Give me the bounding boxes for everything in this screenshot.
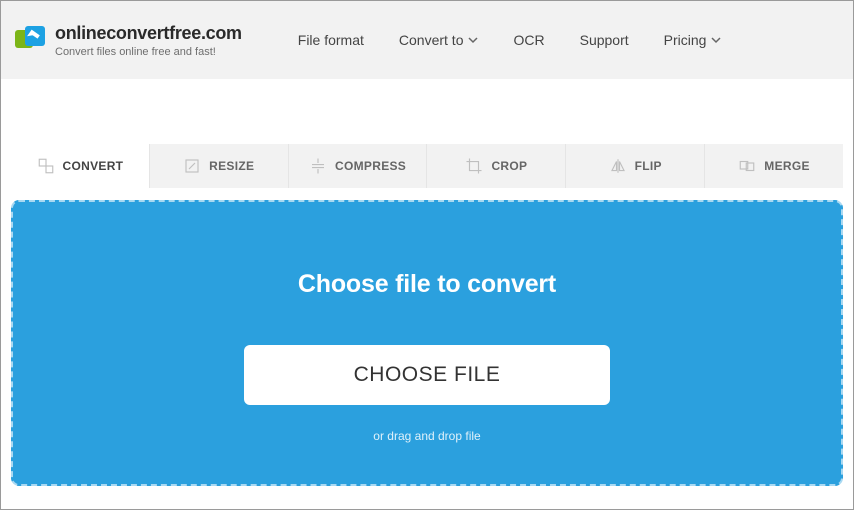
crop-icon xyxy=(465,157,483,175)
nav-label: Support xyxy=(580,32,629,48)
drop-heading: Choose file to convert xyxy=(298,270,556,299)
nav-label: Pricing xyxy=(664,32,707,48)
choose-file-button[interactable]: CHOOSE FILE xyxy=(244,345,610,405)
merge-icon xyxy=(738,157,756,175)
tool-tabs: CONVERT RESIZE COMPRESS CROP xyxy=(11,144,843,188)
flip-icon xyxy=(609,157,627,175)
logo-icon xyxy=(15,24,47,56)
tab-label: COMPRESS xyxy=(335,159,406,173)
brand: onlineconvertfree.com Convert files onli… xyxy=(55,23,242,58)
nav-convert-to[interactable]: Convert to xyxy=(399,32,479,48)
nav-file-format[interactable]: File format xyxy=(298,32,364,48)
resize-icon xyxy=(183,157,201,175)
brand-subtitle: Convert files online free and fast! xyxy=(55,46,242,58)
nav-label: OCR xyxy=(513,32,544,48)
tab-resize[interactable]: RESIZE xyxy=(149,144,288,188)
tab-label: CONVERT xyxy=(63,159,124,173)
nav-ocr[interactable]: OCR xyxy=(513,32,544,48)
tab-label: CROP xyxy=(491,159,527,173)
brand-title: onlineconvertfree.com xyxy=(55,23,242,44)
chevron-down-icon xyxy=(711,35,721,45)
nav-pricing[interactable]: Pricing xyxy=(664,32,722,48)
nav-support[interactable]: Support xyxy=(580,32,629,48)
convert-icon xyxy=(37,157,55,175)
chevron-down-icon xyxy=(468,35,478,45)
tab-merge[interactable]: MERGE xyxy=(704,144,843,188)
header: onlineconvertfree.com Convert files onli… xyxy=(1,1,853,79)
tab-label: RESIZE xyxy=(209,159,254,173)
tab-convert[interactable]: CONVERT xyxy=(11,144,149,188)
tab-compress[interactable]: COMPRESS xyxy=(288,144,427,188)
logo[interactable]: onlineconvertfree.com Convert files onli… xyxy=(15,23,242,58)
tab-label: FLIP xyxy=(635,159,662,173)
tab-crop[interactable]: CROP xyxy=(426,144,565,188)
tab-label: MERGE xyxy=(764,159,810,173)
compress-icon xyxy=(309,157,327,175)
nav: File format Convert to OCR Support Prici… xyxy=(298,32,722,48)
tab-flip[interactable]: FLIP xyxy=(565,144,704,188)
drag-hint: or drag and drop file xyxy=(373,429,480,443)
drop-panel[interactable]: Choose file to convert CHOOSE FILE or dr… xyxy=(11,200,843,486)
nav-label: File format xyxy=(298,32,364,48)
nav-label: Convert to xyxy=(399,32,464,48)
